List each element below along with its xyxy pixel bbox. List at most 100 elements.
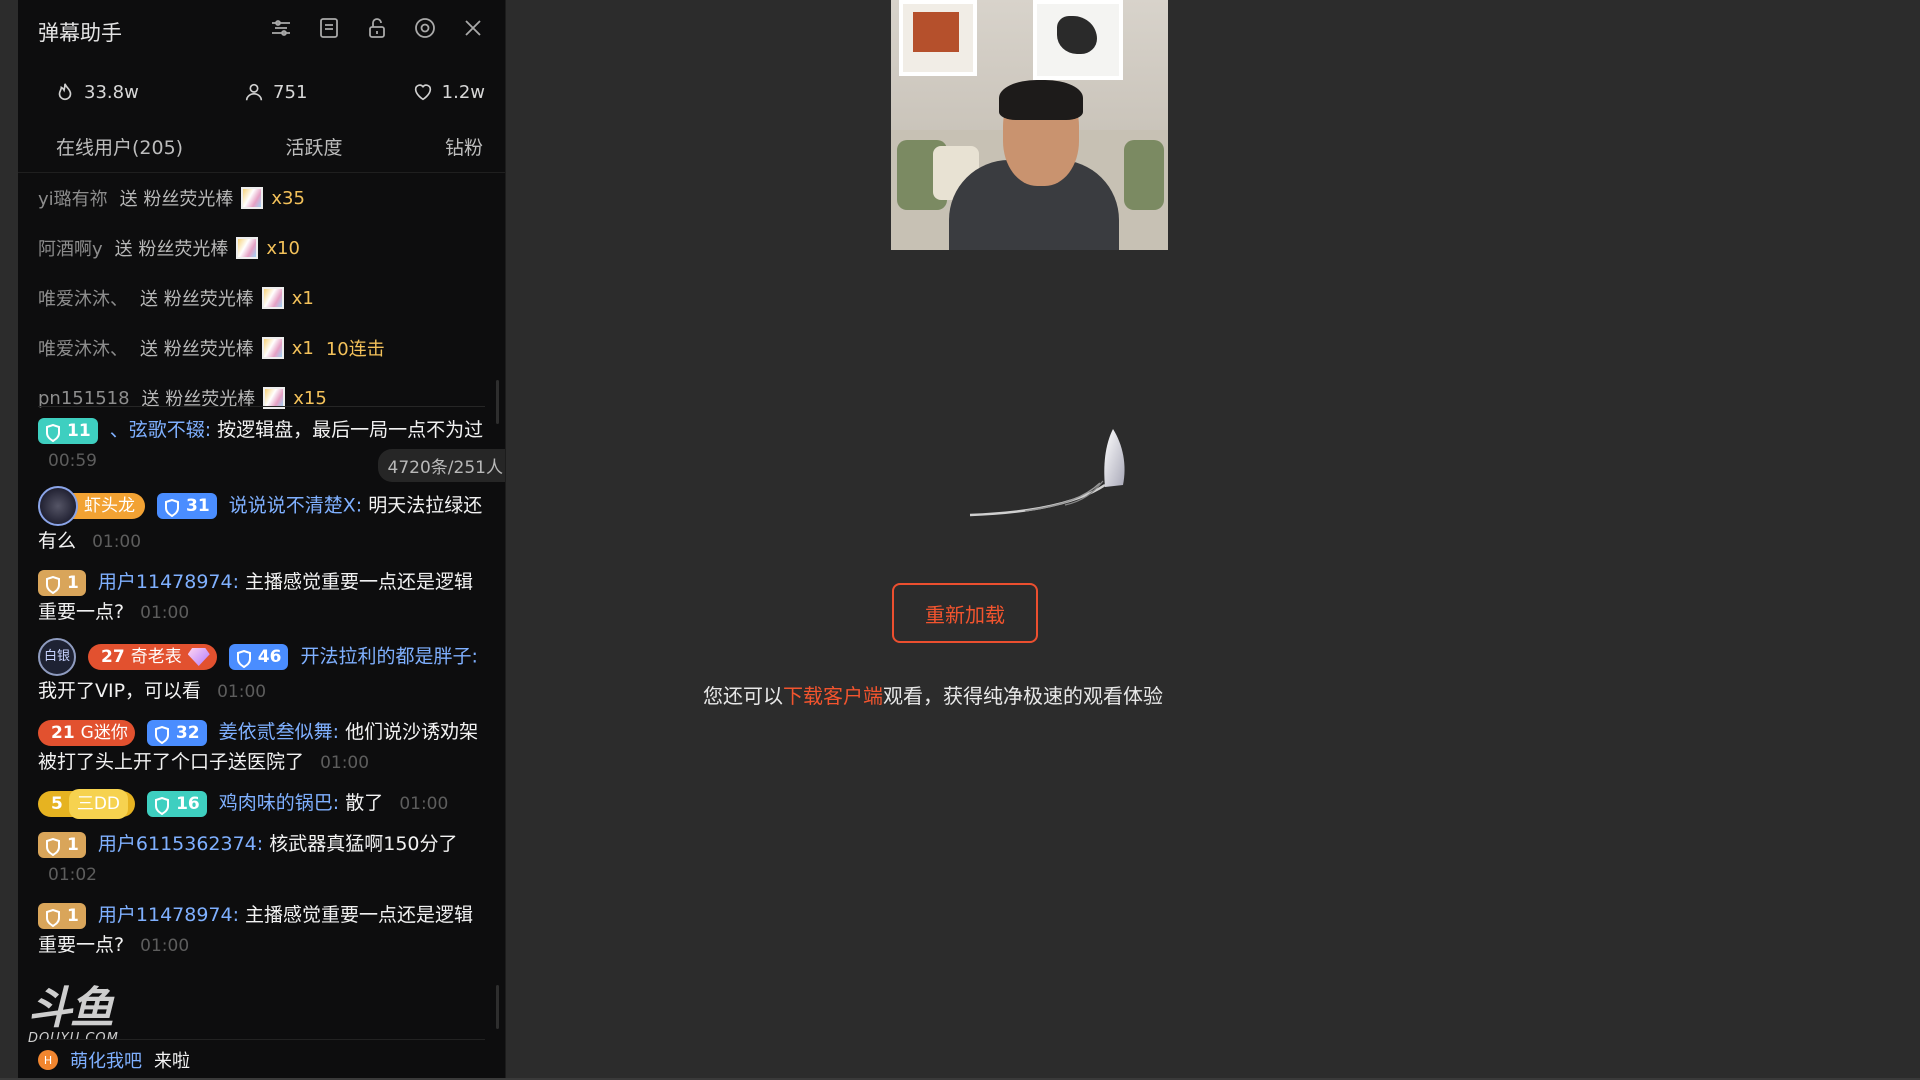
fan-badge-level: 16 — [176, 793, 200, 814]
watermark-logo: 斗鱼 — [28, 983, 114, 1034]
noble-badge[interactable]: 27 奇老表 — [88, 644, 217, 670]
chat-message: 5 三DD 16 鸡肉味的锅巴: 散了 01:00 — [38, 788, 485, 819]
chat-scrollbar[interactable] — [496, 985, 499, 1029]
noble-name: 奇老表 — [130, 647, 182, 667]
streamer-hair — [999, 80, 1083, 120]
noble-badge[interactable]: 5 三DD — [38, 788, 136, 819]
gift-list: yi璐有祢 送 粉丝荧光棒 x35 阿酒啊y 送 粉丝荧光棒 x10 唯爱沐沐、… — [18, 173, 505, 415]
gift-count: x1 — [291, 337, 314, 359]
download-prefix: 您还可以 — [703, 684, 783, 708]
chat-time: 01:00 — [92, 532, 142, 552]
chat-username[interactable]: 姜依贰叁似舞: — [219, 721, 339, 743]
noble-badge[interactable]: 21 G迷你 — [38, 719, 135, 746]
chat-username[interactable]: 说说说不清楚X: — [229, 495, 362, 517]
settings-icon[interactable] — [413, 16, 437, 40]
fan-badge[interactable]: 32 — [146, 719, 207, 746]
noble-level: 5 — [51, 793, 63, 814]
heart-icon — [414, 84, 431, 101]
shield-icon — [154, 795, 170, 815]
message-count-pill[interactable]: 4720条/251人 — [377, 449, 505, 482]
gift-count: x1 — [291, 287, 314, 309]
lock-icon[interactable] — [365, 16, 389, 40]
rank-avatar[interactable]: 白银 — [38, 638, 76, 676]
entry-action: 来啦 — [154, 1051, 190, 1072]
gift-user[interactable]: 唯爱沐沐、 — [38, 335, 128, 361]
divider — [38, 406, 485, 407]
chat-message: 1 用户11478974: 主播感觉重要一点还是逻辑重要一点? 01:00 — [38, 900, 485, 961]
chat-messages: 11 、弦歌不辍: 按逻辑盘，最后一局一点不为过 00:59 虾头龙 31 说说… — [18, 415, 505, 961]
list-icon[interactable] — [317, 16, 341, 40]
shield-icon — [45, 907, 61, 927]
chat-text: 我开了VIP，可以看 — [38, 680, 202, 702]
chat-username[interactable]: 用户6115362374: — [98, 833, 263, 855]
chat-username[interactable]: 、弦歌不辍: — [110, 419, 211, 441]
gift-row: 阿酒啊y 送 粉丝荧光棒 x10 — [38, 223, 505, 273]
fan-badge-level: 1 — [67, 834, 79, 855]
likes-value: 1.2w — [441, 81, 485, 103]
stats-bar: 33.8w 751 1.2w — [18, 64, 505, 120]
fan-badge-level: 1 — [67, 905, 79, 926]
fan-badge[interactable]: 46 — [228, 644, 289, 670]
tab-diamond-fans[interactable]: 钻粉 — [445, 133, 483, 160]
gift-row: yi璐有祢 送 粉丝荧光棒 x35 — [38, 173, 505, 223]
glowstick-icon — [261, 287, 284, 309]
shield-icon — [154, 724, 170, 744]
douyu-watermark: 斗鱼 DOUYU.COM — [28, 983, 119, 1047]
filter-icon[interactable] — [269, 16, 293, 40]
gift-verb: 送 粉丝荧光棒 — [114, 239, 229, 260]
likes-stat: 1.2w — [412, 81, 485, 103]
streamer-camera — [891, 0, 1168, 250]
chat-username[interactable]: 开法拉利的都是胖子: — [300, 646, 477, 668]
gift-user[interactable]: yi璐有祢 — [38, 185, 108, 211]
fan-badge-level: 31 — [186, 496, 210, 516]
gift-user[interactable]: 唯爱沐沐、 — [38, 285, 128, 311]
close-icon[interactable] — [461, 16, 485, 40]
pillow — [1124, 140, 1164, 210]
noble-level: 27 — [101, 647, 125, 667]
chat-text: 核武器真猛啊150分了 — [269, 833, 458, 855]
danmu-panel: 弹幕助手 33.8w 751 1.2w 在线用户(205) 活跃度 钻粉 yi璐… — [18, 0, 506, 1080]
gift-row: 唯爱沐沐、 送 粉丝荧光棒 x1 — [38, 273, 505, 323]
reload-button[interactable]: 重新加载 — [892, 583, 1038, 643]
download-client-link[interactable]: 下载客户端 — [783, 684, 883, 708]
fan-badge-level: 32 — [175, 722, 200, 743]
panel-tabs: 在线用户(205) 活跃度 钻粉 — [18, 120, 505, 173]
download-suffix: 观看，获得纯净极速的观看体验 — [883, 684, 1163, 708]
gift-user[interactable]: 阿酒啊y — [38, 235, 103, 261]
entry-notice: H 萌化我吧 来啦 — [38, 1039, 485, 1080]
glowstick-icon — [261, 337, 284, 359]
fan-badge[interactable]: 16 — [147, 790, 207, 817]
download-prompt: 您还可以下载客户端观看，获得纯净极速的观看体验 — [703, 680, 1163, 709]
chat-text: 散了 — [345, 792, 384, 814]
chat-text: 按逻辑盘，最后一局一点不为过 — [217, 419, 484, 441]
entry-username[interactable]: 萌化我吧 — [70, 1047, 142, 1073]
fan-badge[interactable]: 1 — [38, 831, 86, 858]
heat-value: 33.8w — [84, 81, 139, 103]
chat-username[interactable]: 鸡肉味的锅巴: — [219, 792, 339, 814]
fan-badge[interactable]: 1 — [38, 902, 86, 929]
user-icon — [245, 83, 263, 101]
diamond-icon — [187, 648, 210, 666]
gift-count: x10 — [266, 237, 300, 259]
chat-username[interactable]: 用户11478974: — [98, 571, 239, 593]
fan-badge[interactable]: 11 — [38, 417, 98, 444]
gift-row: 唯爱沐沐、 送 粉丝荧光棒 x1 10连击 — [38, 323, 505, 373]
chat-time: 01:02 — [48, 865, 97, 885]
chat-username[interactable]: 用户11478974: — [98, 904, 239, 926]
flame-icon — [58, 83, 72, 101]
fan-badge[interactable]: 31 — [157, 493, 217, 519]
tab-online-users[interactable]: 在线用户(205) — [56, 133, 183, 160]
heat-stat: 33.8w — [54, 81, 139, 103]
chat-time: 00:59 — [48, 451, 97, 471]
noble-name: G迷你 — [80, 722, 128, 743]
fan-badge[interactable]: 1 — [38, 569, 86, 596]
shield-icon — [45, 422, 61, 442]
chat-message: 虾头龙 31 说说说不清楚X: 明天法拉绿还有么 01:00 — [38, 486, 485, 557]
wall-painting — [1033, 0, 1123, 80]
tab-activity[interactable]: 活跃度 — [286, 133, 343, 160]
fan-badge-level: 46 — [257, 647, 282, 667]
avatar[interactable] — [38, 486, 78, 526]
chat-time: 01:00 — [140, 603, 190, 623]
chat-message: 1 用户6115362374: 核武器真猛啊150分了 01:02 — [38, 829, 485, 890]
chat-message: 白银 27 奇老表 46 开法拉利的都是胖子: 我开了VIP，可以看 01:00 — [38, 638, 485, 707]
